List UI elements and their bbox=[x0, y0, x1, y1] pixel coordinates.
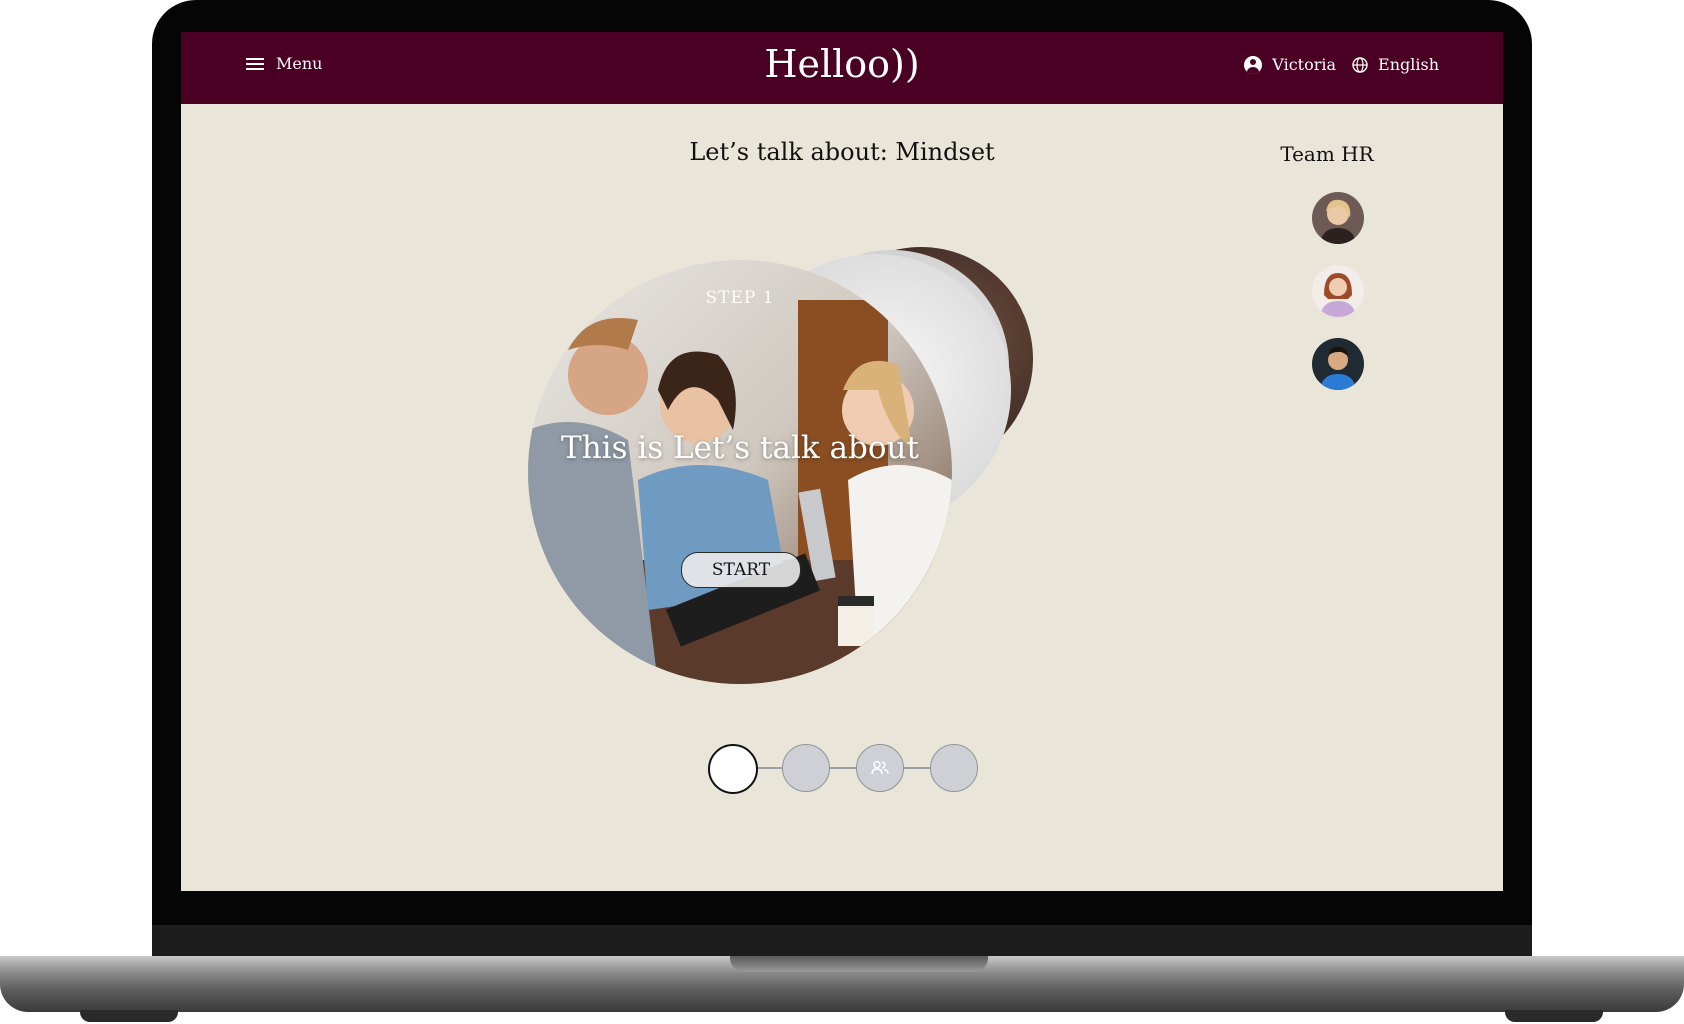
user-profile-button[interactable]: Victoria bbox=[1244, 55, 1336, 74]
avatar-woman-blonde-icon bbox=[1312, 192, 1364, 244]
people-icon bbox=[871, 760, 889, 775]
globe-icon bbox=[1352, 56, 1368, 73]
team-member-avatar-1[interactable] bbox=[1312, 192, 1364, 244]
stepper-line bbox=[732, 767, 954, 769]
top-navbar: Menu Helloo)) Victoria English bbox=[181, 32, 1503, 104]
step-dot-4[interactable] bbox=[930, 744, 978, 792]
step-dot-1[interactable] bbox=[708, 744, 758, 794]
language-label: English bbox=[1378, 55, 1439, 74]
step-dot-3[interactable] bbox=[856, 744, 904, 792]
avatar-woman-redhead-icon bbox=[1312, 265, 1364, 317]
right-nav: Victoria English bbox=[1244, 55, 1439, 74]
step-dot-2[interactable] bbox=[782, 744, 830, 792]
laptop-bezel-bottom bbox=[152, 925, 1532, 957]
user-icon bbox=[1244, 55, 1263, 74]
start-button[interactable]: START bbox=[681, 552, 801, 588]
team-member-avatar-3[interactable] bbox=[1312, 338, 1364, 390]
laptop-foot-right bbox=[1505, 1010, 1603, 1022]
app-screen: Menu Helloo)) Victoria English Let’s tal… bbox=[181, 32, 1503, 891]
language-selector[interactable]: English bbox=[1352, 55, 1439, 74]
user-name: Victoria bbox=[1272, 55, 1337, 74]
laptop-notch bbox=[730, 956, 988, 972]
progress-stepper bbox=[708, 743, 982, 794]
step-label: STEP 1 bbox=[705, 288, 775, 308]
team-meeting-photo bbox=[528, 260, 952, 684]
card-heading: This is Let’s talk about bbox=[561, 430, 919, 466]
laptop-foot-left bbox=[80, 1010, 178, 1022]
step-card: STEP 1 This is Let’s talk about START bbox=[528, 260, 952, 684]
team-title: Team HR bbox=[1280, 142, 1374, 166]
avatar-man-dark-hair-icon bbox=[1312, 338, 1364, 390]
team-member-avatar-2[interactable] bbox=[1312, 265, 1364, 317]
